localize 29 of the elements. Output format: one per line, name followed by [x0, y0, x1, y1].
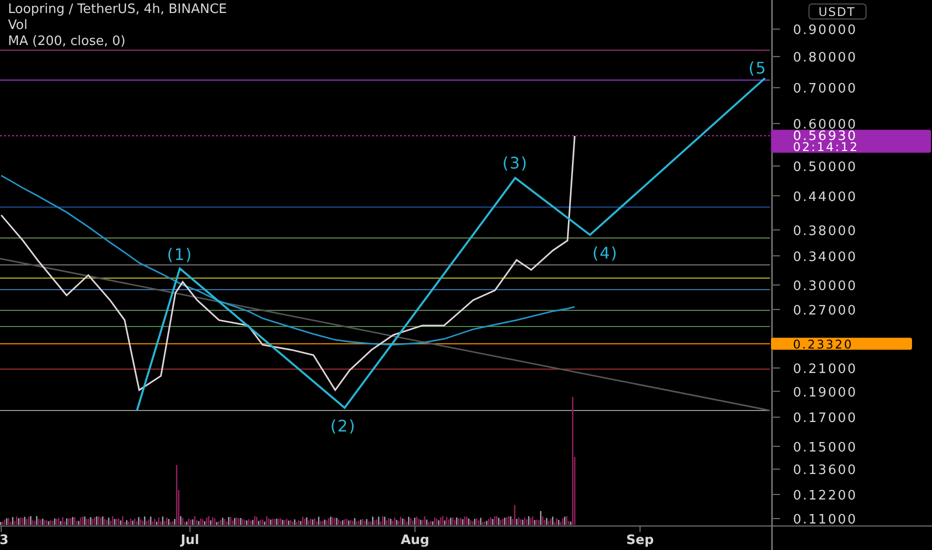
axis-tick-label: 0.38000: [793, 224, 858, 239]
axis-tick-label: 0.34000: [793, 250, 858, 265]
axis-tick-label: 0.12200: [793, 488, 858, 504]
volume-legend: Vol: [8, 18, 227, 34]
axis-tick-label: 0.17000: [793, 411, 858, 426]
axis-tick-label: 0.11000: [793, 512, 858, 528]
axis-tick-label: Aug: [400, 533, 430, 548]
axis-tick-label: 0.27000: [793, 303, 858, 318]
axis-tick-label: 0.13600: [793, 463, 858, 478]
wave-label: (2): [330, 416, 356, 436]
axis-tick-label: 0.15000: [793, 440, 858, 456]
axis-tick-label: Sep: [626, 533, 654, 548]
wave-label: (3): [502, 153, 528, 172]
indicator-legend: MA (200, close, 0): [8, 34, 227, 50]
axis-tick-label: 0.21000: [793, 362, 858, 377]
axis-tick-label: 0.50000: [793, 160, 858, 175]
axis-tick-label: Jul: [180, 533, 200, 548]
axis-tick-label: 0.80000: [793, 50, 858, 66]
axis-tick-label: 0.90000: [793, 23, 858, 38]
axis-tick-label: 0.19000: [793, 385, 858, 400]
wave-label: (1): [166, 244, 193, 264]
wave-label: (5: [748, 58, 767, 78]
axis-tick-label: 0.44000: [793, 190, 858, 205]
level-price-badge: 0.23320: [771, 337, 912, 352]
axis-tick-label: 0.30000: [793, 278, 858, 294]
axis-tick-label: 3: [0, 533, 9, 548]
chart-title: Loopring / TetherUS, 4h, BINANCE: [8, 2, 227, 18]
axis-tick-label: 0.70000: [793, 82, 858, 97]
wave-label: (4): [592, 243, 618, 262]
